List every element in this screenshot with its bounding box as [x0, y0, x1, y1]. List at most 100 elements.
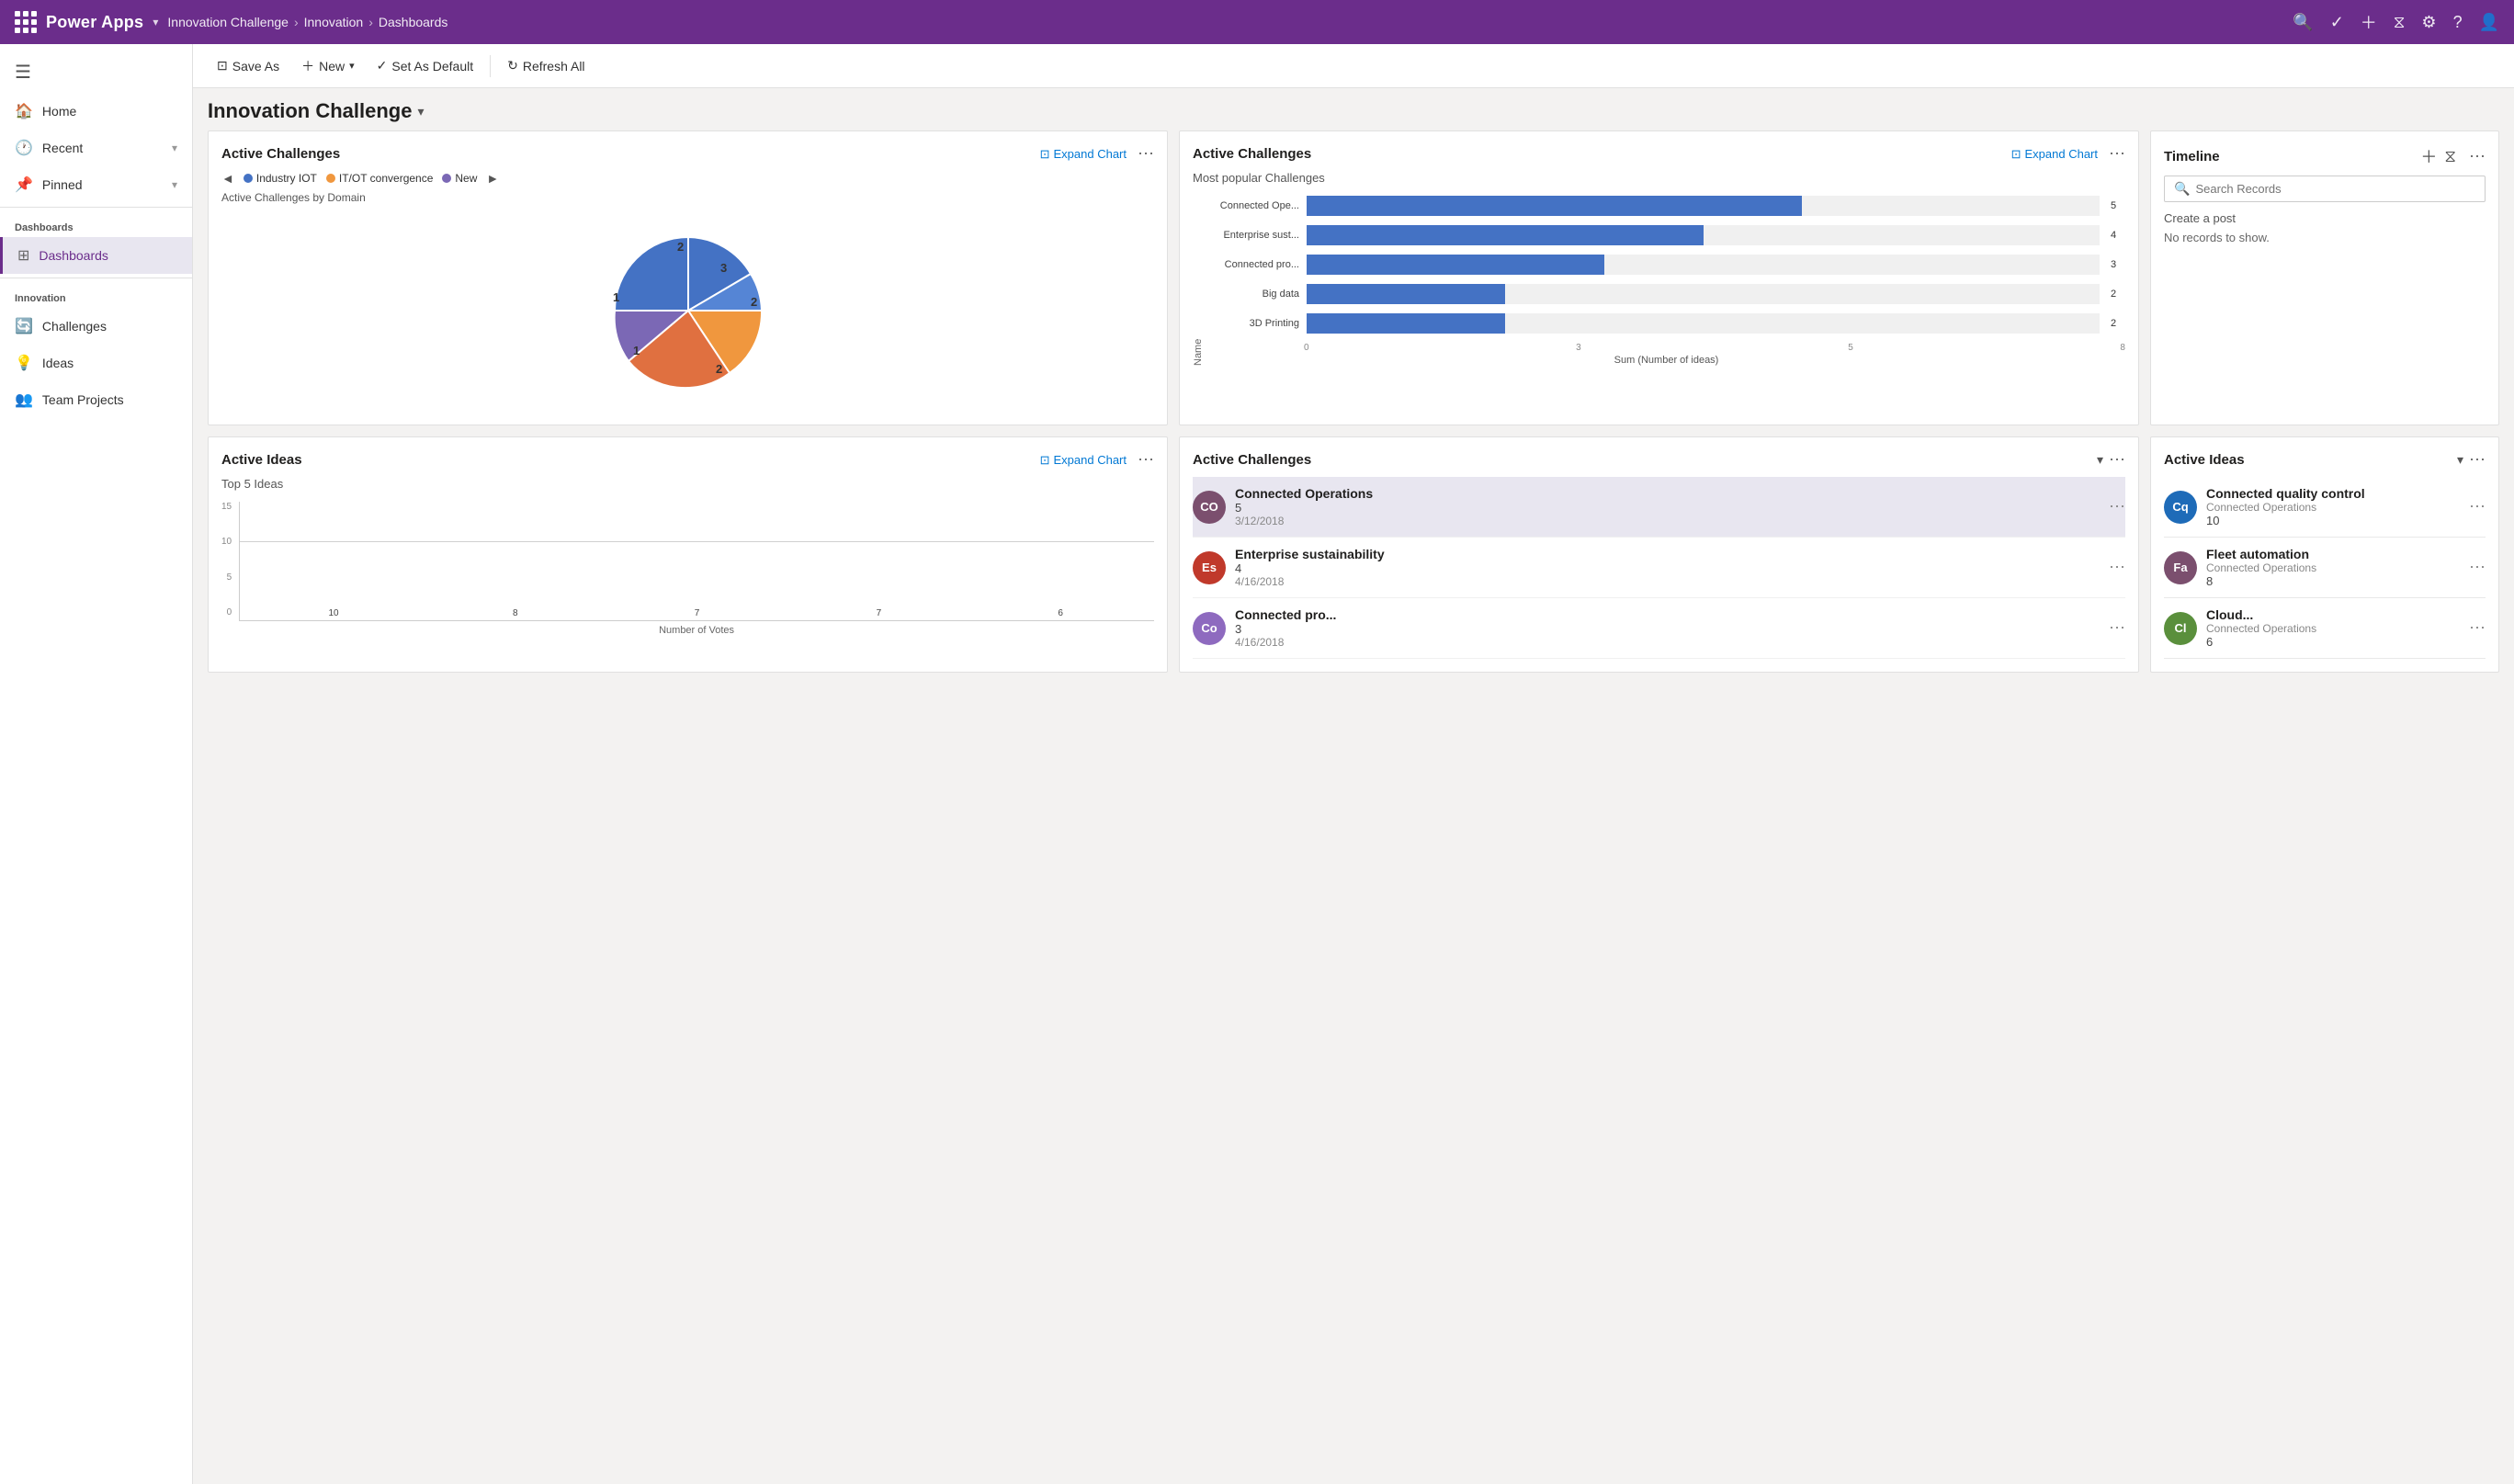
hbar-track: [1307, 284, 2100, 304]
create-post-label: Create a post: [2164, 211, 2486, 225]
new-icon: ＋: [301, 57, 314, 75]
sidebar-item-recent[interactable]: 🕐 Recent ▾: [0, 130, 192, 166]
card-more-icon[interactable]: ⋯: [1138, 144, 1154, 164]
dashboard-title: Innovation Challenge: [208, 99, 412, 123]
legend-next-icon[interactable]: ►: [486, 171, 499, 186]
expand-icon: ⊡: [2011, 147, 2021, 162]
expand-icon: ⊡: [1040, 147, 1050, 162]
horizontal-bar-chart: Connected Ope... 5 Enterprise sust... 4 …: [1207, 196, 2125, 334]
toolbar: ⊡ Save As ＋ New ▾ ✓ Set As Default ↻ Ref…: [193, 44, 2514, 88]
filter-icon[interactable]: ⧖: [2444, 147, 2456, 166]
apps-grid-icon[interactable]: [15, 11, 37, 33]
active-challenges-list-card: Active Challenges ▾ ⋯ CO Connected Opera…: [1179, 436, 2139, 673]
plus-icon[interactable]: ＋: [2361, 10, 2377, 34]
sidebar-item-team-projects[interactable]: 👥 Team Projects: [0, 381, 192, 418]
chevron-down-icon[interactable]: ▾: [2457, 452, 2463, 468]
breadcrumb-dashboards[interactable]: Dashboards: [379, 15, 448, 29]
app-name-chevron[interactable]: ▾: [153, 16, 158, 28]
card-more-icon[interactable]: ⋯: [2109, 450, 2125, 470]
hbar-row: Big data 2: [1207, 284, 2125, 304]
dashboard-grid: Active Challenges ⊡ Expand Chart ⋯ ◄ Ind…: [193, 130, 2514, 687]
search-icon[interactable]: 🔍: [2293, 13, 2313, 32]
expand-chart-button[interactable]: ⊡ Expand Chart: [2011, 147, 2098, 162]
chevron-down-icon[interactable]: ▾: [2097, 452, 2103, 468]
toolbar-separator: [490, 55, 491, 77]
pinned-icon: 📌: [15, 176, 33, 194]
challenges-icon: 🔄: [15, 317, 33, 335]
breadcrumb-innovation[interactable]: Innovation: [304, 15, 364, 29]
list-item-more-icon[interactable]: ⋯: [2469, 497, 2486, 516]
refresh-all-button[interactable]: ↻ Refresh All: [498, 52, 594, 79]
list-item-content: Connected pro... 3 4/16/2018: [1235, 607, 2100, 649]
card-more-icon[interactable]: ⋯: [2469, 450, 2486, 470]
breadcrumb-challenge[interactable]: Innovation Challenge: [167, 15, 289, 29]
add-icon[interactable]: ＋: [2420, 144, 2437, 168]
svg-text:1: 1: [613, 290, 619, 304]
save-as-button[interactable]: ⊡ Save As: [208, 52, 289, 79]
new-chevron-icon: ▾: [349, 60, 355, 72]
card-more-icon[interactable]: ⋯: [2109, 144, 2125, 164]
dashboard-title-chevron[interactable]: ▾: [417, 104, 424, 119]
list-item-more-icon[interactable]: ⋯: [2109, 497, 2125, 516]
sidebar-item-ideas[interactable]: 💡 Ideas: [0, 345, 192, 381]
legend-item: Industry IOT: [243, 172, 317, 185]
card-more-icon[interactable]: ⋯: [1138, 450, 1154, 470]
hbar-value: 4: [2111, 230, 2125, 241]
list-item-more-icon[interactable]: ⋯: [2109, 618, 2125, 638]
legend-label: New: [455, 172, 477, 185]
list-item-more-icon[interactable]: ⋯: [2469, 558, 2486, 577]
card-header: Active Challenges ⊡ Expand Chart ⋯: [1193, 144, 2125, 164]
legend-prev-icon[interactable]: ◄: [221, 171, 234, 186]
help-icon[interactable]: ?: [2453, 13, 2463, 32]
sidebar-item-dashboards[interactable]: ⊞ Dashboards: [0, 237, 192, 274]
list-item[interactable]: Co Connected pro... 3 4/16/2018 ⋯: [1193, 598, 2125, 659]
sidebar-item-home[interactable]: 🏠 Home: [0, 93, 192, 130]
list-item[interactable]: CO Connected Operations 5 3/12/2018 ⋯: [1193, 477, 2125, 538]
list-item[interactable]: Cq Connected quality control Connected O…: [2164, 477, 2486, 538]
y-axis-label: Number of Votes: [239, 625, 1154, 636]
card-more-icon[interactable]: ⋯: [2469, 147, 2486, 166]
top-nav: Power Apps ▾ Innovation Challenge › Inno…: [0, 0, 2514, 44]
timeline-search-input[interactable]: [2195, 182, 2475, 196]
hbar-value: 2: [2111, 318, 2125, 329]
hbar-row: 3D Printing 2: [1207, 313, 2125, 334]
expand-chart-button[interactable]: ⊡ Expand Chart: [1040, 453, 1127, 468]
list-item-more-icon[interactable]: ⋯: [2469, 618, 2486, 638]
sidebar-divider: [0, 207, 192, 208]
settings-icon[interactable]: ⚙: [2421, 13, 2436, 32]
chart-subtitle: Most popular Challenges: [1193, 171, 2125, 185]
user-icon[interactable]: 👤: [2479, 13, 2499, 32]
check-circle-icon[interactable]: ✓: [2330, 13, 2344, 32]
sidebar-item-label: Recent: [42, 141, 83, 155]
sidebar-item-pinned[interactable]: 📌 Pinned ▾: [0, 166, 192, 203]
hbar-label: Connected pro...: [1207, 259, 1299, 270]
sidebar-menu-button[interactable]: ☰: [0, 51, 192, 93]
card-header: Active Ideas ▾ ⋯: [2164, 450, 2486, 470]
sidebar-item-label: Pinned: [42, 177, 83, 192]
sidebar-item-challenges[interactable]: 🔄 Challenges: [0, 308, 192, 345]
list-item[interactable]: Fa Fleet automation Connected Operations…: [2164, 538, 2486, 598]
card-actions: ＋ ⧖ ⋯: [2420, 144, 2486, 168]
hbar-fill: [1307, 196, 1802, 216]
hbar-value: 2: [2111, 289, 2125, 300]
avatar: Cl: [2164, 612, 2197, 645]
item-name: Enterprise sustainability: [1235, 547, 2100, 561]
avatar: Co: [1193, 612, 1226, 645]
recent-icon: 🕐: [15, 139, 33, 157]
set-as-default-button[interactable]: ✓ Set As Default: [368, 52, 482, 79]
sidebar-item-label: Ideas: [42, 356, 74, 370]
avatar: Cq: [2164, 491, 2197, 524]
timeline-search-box[interactable]: 🔍: [2164, 176, 2486, 202]
expand-chart-button[interactable]: ⊡ Expand Chart: [1040, 147, 1127, 162]
hbar-fill: [1307, 313, 1505, 334]
hbar-fill: [1307, 225, 1704, 245]
vbar-item: 6: [972, 608, 1149, 620]
svg-text:3: 3: [720, 261, 727, 275]
list-item-more-icon[interactable]: ⋯: [2109, 558, 2125, 577]
new-button[interactable]: ＋ New ▾: [292, 51, 364, 81]
y-axis-label: Name: [1193, 196, 1204, 366]
list-item[interactable]: Cl Cloud... Connected Operations 6 ⋯: [2164, 598, 2486, 659]
list-item[interactable]: Es Enterprise sustainability 4 4/16/2018…: [1193, 538, 2125, 598]
legend-dot: [243, 174, 253, 183]
filter-icon[interactable]: ⧖: [2394, 13, 2406, 32]
